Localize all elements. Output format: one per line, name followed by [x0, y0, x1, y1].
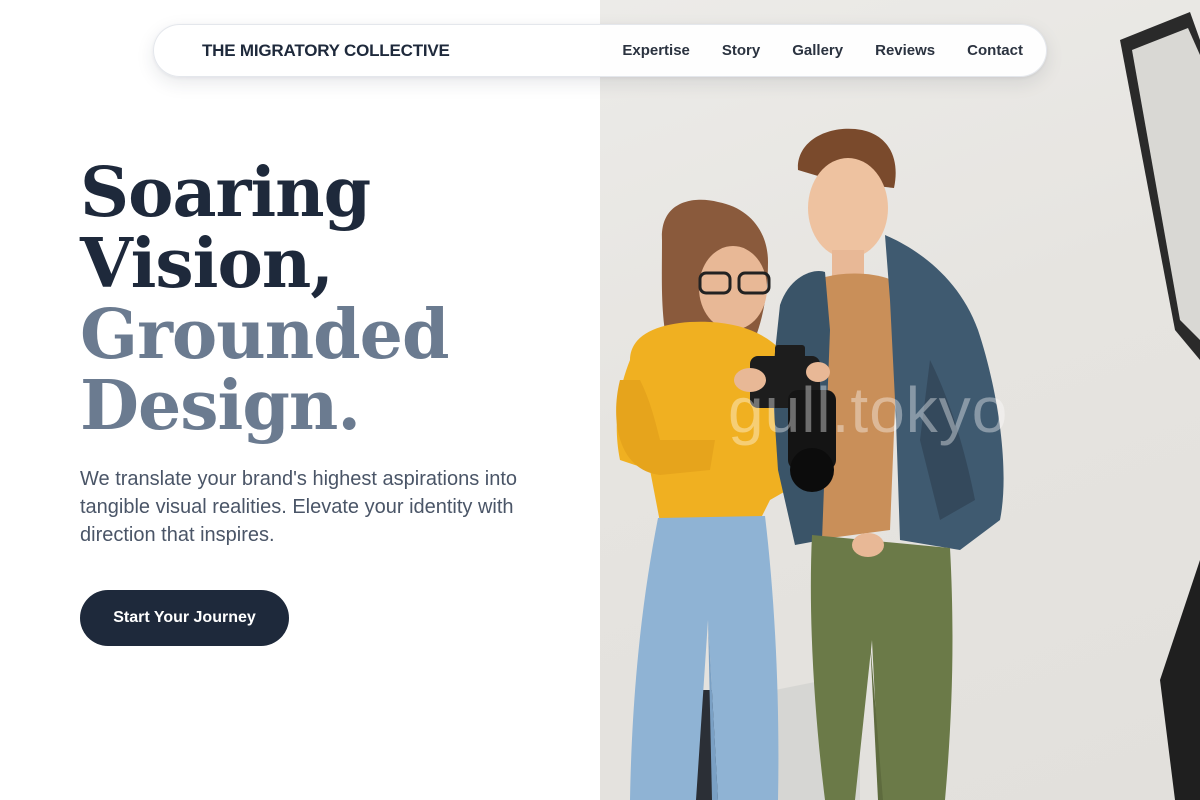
hero-title-line-3: Grounded — [80, 295, 449, 375]
nav-link-contact[interactable]: Contact — [967, 42, 1023, 59]
start-journey-button[interactable]: Start Your Journey — [80, 590, 289, 646]
nav-link-gallery[interactable]: Gallery — [792, 42, 843, 59]
hero-title-line-1: Soaring — [80, 153, 371, 233]
photo-watermark: gull.tokyo — [728, 374, 1009, 446]
hero-subtitle: We translate your brand's highest aspira… — [80, 468, 518, 546]
brand-logo[interactable]: THE MIGRATORY COLLECTIVE — [202, 25, 450, 76]
hero-title: Soaring Vision, Grounded Design. — [80, 158, 449, 442]
hero-photo: gull.tokyo — [600, 0, 1200, 800]
hero-title-line-4: Design. — [80, 366, 361, 446]
nav-link-reviews[interactable]: Reviews — [875, 42, 935, 59]
top-navbar: THE MIGRATORY COLLECTIVE Expertise Story… — [153, 24, 1047, 77]
nav-links: Expertise Story Gallery Reviews Contact — [622, 25, 1023, 76]
hero-title-line-2: Vision, — [80, 224, 334, 304]
nav-link-story[interactable]: Story — [722, 42, 760, 59]
nav-link-expertise[interactable]: Expertise — [622, 42, 690, 59]
